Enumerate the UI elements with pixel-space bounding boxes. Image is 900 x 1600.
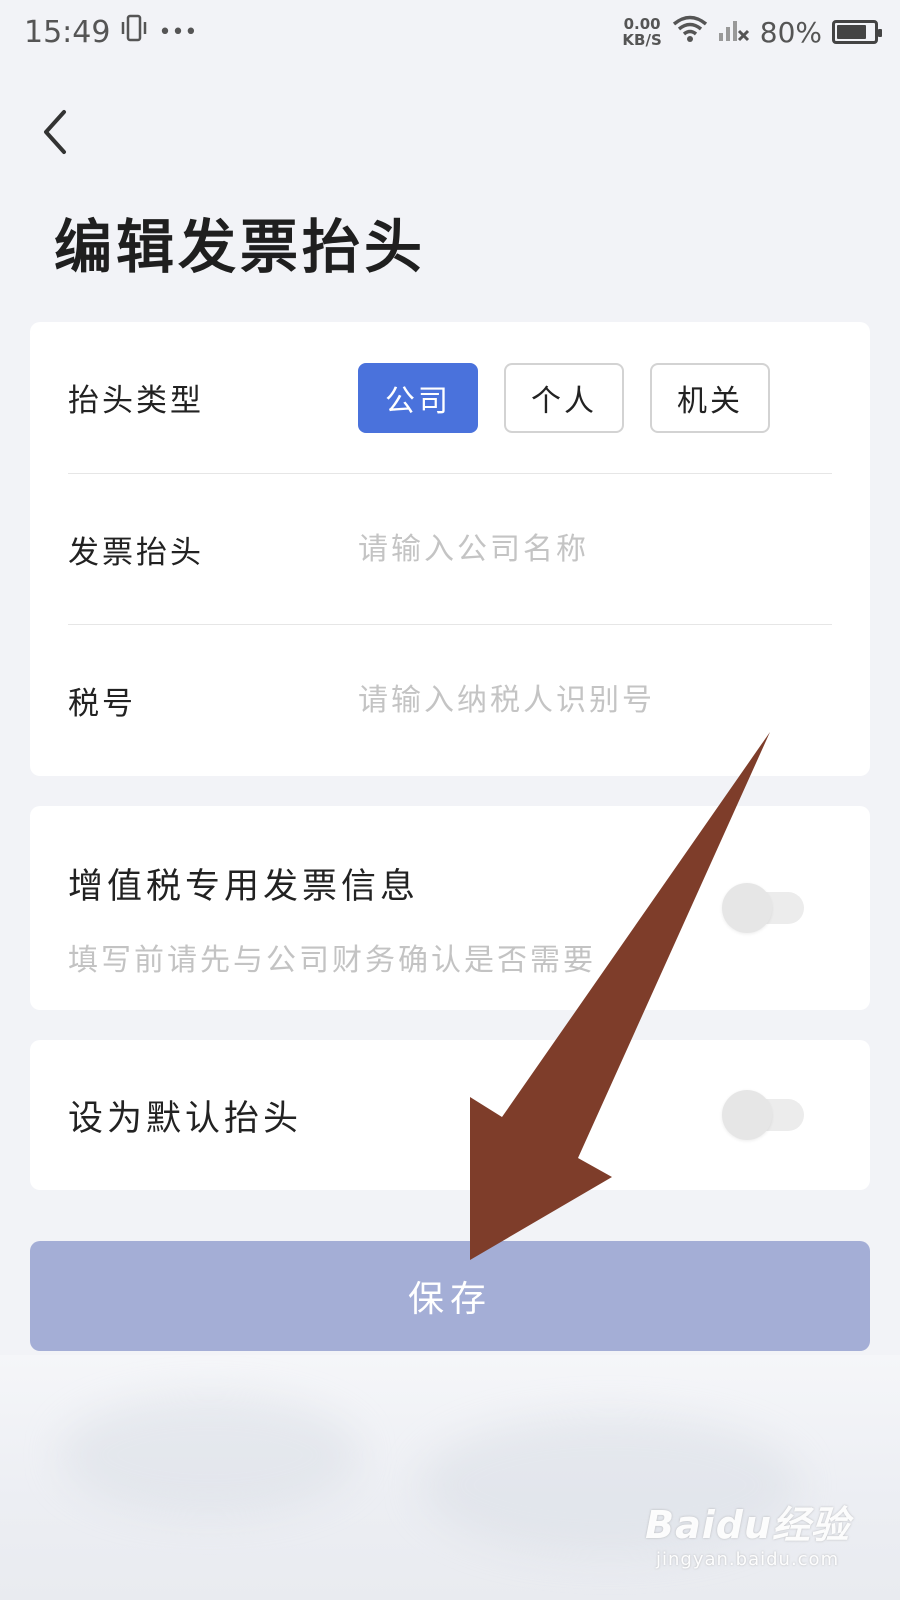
company-name-input[interactable]: [358, 531, 832, 567]
vat-text-group: 增值税专用发票信息 填写前请先与公司财务确认是否需要: [68, 858, 596, 979]
save-button[interactable]: 保存: [30, 1241, 870, 1351]
tax-number-row: 税号: [68, 624, 832, 775]
default-title-card: 设为默认抬头: [30, 1040, 870, 1190]
type-option-company[interactable]: 公司: [358, 362, 478, 433]
page-title: 编辑发票抬头: [54, 213, 427, 281]
battery-level: [837, 25, 866, 39]
network-speed-value: 0.00: [623, 15, 661, 33]
status-bar: 15:49 ••• 0.00 KB/S 80%: [0, 0, 900, 64]
title-type-row: 抬头类型 公司 个人 机关: [68, 322, 832, 473]
invoice-title-edit-page: 15:49 ••• 0.00 KB/S 80% 编辑发票抬头 抬头类型 公司 个…: [0, 0, 900, 1600]
baidu-logo: Baidu经验: [645, 1503, 850, 1547]
vat-invoice-title: 增值税专用发票信息: [68, 867, 420, 907]
network-speed: 0.00 KB/S: [622, 16, 661, 48]
wifi-icon: [672, 15, 708, 50]
chevron-left-icon: [44, 110, 66, 154]
cellular-no-signal-icon: [718, 15, 750, 50]
invoice-form-card: 抬头类型 公司 个人 机关 发票抬头 税号: [30, 322, 870, 776]
watermark-url: jingyan.baidu.com: [656, 1549, 840, 1570]
vibrate-icon: [120, 13, 148, 51]
title-type-label: 抬头类型: [68, 383, 204, 419]
title-type-options: 公司 个人 机关: [358, 362, 770, 433]
tax-number-label: 税号: [68, 685, 136, 722]
status-time: 15:49: [24, 14, 111, 50]
battery-icon: [832, 20, 882, 44]
status-right: 0.00 KB/S 80%: [622, 15, 882, 50]
vat-invoice-card: 增值税专用发票信息 填写前请先与公司财务确认是否需要: [30, 806, 870, 1010]
back-button[interactable]: [30, 102, 80, 162]
toggle-knob: [722, 883, 772, 933]
network-speed-unit: KB/S: [622, 31, 662, 49]
default-title-label: 设为默认抬头: [68, 1099, 303, 1139]
status-left: 15:49 •••: [24, 13, 197, 51]
default-title-toggle[interactable]: [722, 1090, 804, 1140]
tax-id-input[interactable]: [358, 682, 832, 718]
toggle-knob: [722, 1090, 772, 1140]
battery-percent: 80%: [759, 15, 822, 49]
vat-invoice-subtitle: 填写前请先与公司财务确认是否需要: [68, 943, 596, 978]
more-notifications-icon: •••: [158, 19, 198, 45]
type-option-government[interactable]: 机关: [650, 362, 770, 433]
blur-shape: [60, 1395, 360, 1515]
invoice-title-label: 发票抬头: [68, 534, 204, 571]
type-option-personal[interactable]: 个人: [504, 362, 624, 433]
vat-invoice-toggle[interactable]: [722, 883, 804, 933]
baidu-watermark: Baidu经验 jingyan.baidu.com: [645, 1494, 850, 1570]
invoice-title-row: 发票抬头: [68, 473, 832, 624]
